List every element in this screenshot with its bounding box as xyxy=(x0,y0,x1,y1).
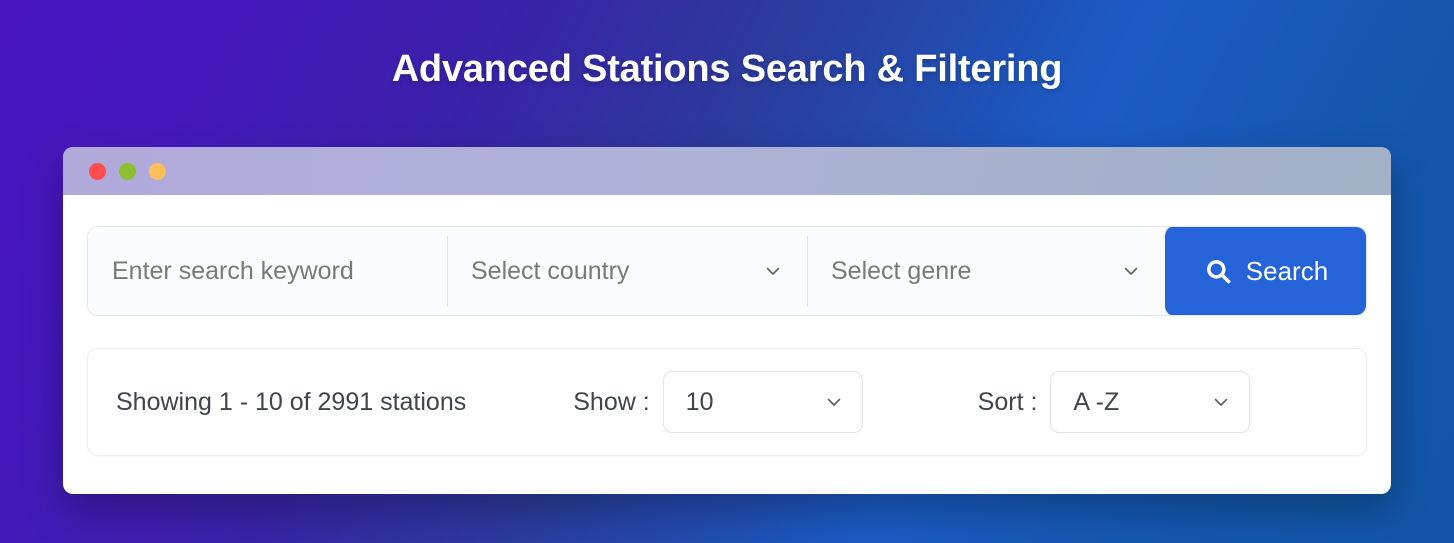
search-button-label: Search xyxy=(1245,255,1329,286)
chevron-down-icon xyxy=(1211,392,1231,412)
page-title: Advanced Stations Search & Filtering xyxy=(391,48,1063,90)
sort-value: A -Z xyxy=(1073,387,1120,416)
search-input-placeholder: Enter search keyword xyxy=(112,256,354,285)
country-select-value: Select country xyxy=(471,256,630,285)
sort-label: Sort : xyxy=(977,387,1038,416)
chevron-down-icon xyxy=(763,261,783,281)
page-size-value: 10 xyxy=(685,387,714,416)
genre-select-value: Select genre xyxy=(831,256,972,285)
results-count-text: Showing 1 - 10 of 2991 stations xyxy=(116,387,467,416)
window-titlebar xyxy=(63,147,1391,195)
search-keyword-field[interactable]: Enter search keyword xyxy=(88,227,447,315)
search-bar: Enter search keyword Select country Sele… xyxy=(87,226,1367,316)
results-toolbar: Showing 1 - 10 of 2991 stations Show : 1… xyxy=(87,348,1367,456)
browser-window: Enter search keyword Select country Sele… xyxy=(63,147,1391,494)
sort-control: Sort : A -Z xyxy=(978,371,1251,433)
window-content: Enter search keyword Select country Sele… xyxy=(63,195,1391,456)
chevron-down-icon xyxy=(824,392,844,412)
maximize-window-button[interactable] xyxy=(149,162,166,180)
search-icon xyxy=(1204,257,1233,286)
page-size-control: Show : 10 xyxy=(573,371,863,433)
page-size-select[interactable]: 10 xyxy=(662,371,863,433)
country-select[interactable]: Select country xyxy=(447,227,807,315)
close-window-button[interactable] xyxy=(89,162,106,180)
search-button[interactable]: Search xyxy=(1165,227,1366,315)
chevron-down-icon xyxy=(1121,261,1141,281)
sort-select[interactable]: A -Z xyxy=(1050,371,1251,433)
page-size-label: Show : xyxy=(573,387,650,416)
minimize-window-button[interactable] xyxy=(119,162,136,180)
genre-select[interactable]: Select genre xyxy=(807,227,1165,315)
